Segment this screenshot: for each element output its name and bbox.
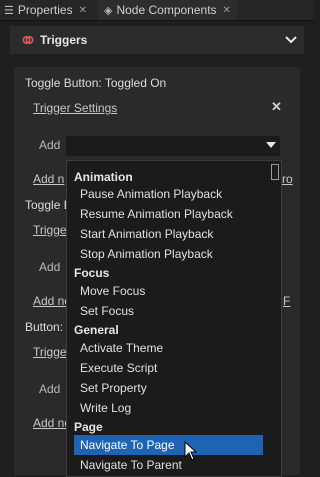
- chevron-down-icon[interactable]: [282, 30, 300, 48]
- section-title: Triggers: [40, 33, 88, 47]
- mouse-cursor-icon: [184, 441, 198, 461]
- tab-bar: ☰ Properties ✕ ◈ Node Components ✕: [0, 0, 314, 21]
- group-general: General: [74, 323, 119, 337]
- remove-icon[interactable]: ✕: [271, 99, 282, 115]
- add-label: Add: [39, 260, 61, 274]
- component-title: Toggle Button: Toggled On: [25, 76, 167, 90]
- menu-item-navigate-to-parent[interactable]: Navigate To Parent: [74, 455, 263, 475]
- triggers-section-header[interactable]: Triggers: [10, 26, 304, 54]
- add-node-link[interactable]: Add n: [33, 172, 64, 186]
- list-icon: ☰: [4, 4, 14, 17]
- action-dropdown-list[interactable]: Animation Pause Animation Playback Resum…: [66, 160, 282, 477]
- menu-item-set-focus[interactable]: Set Focus: [74, 301, 263, 321]
- add-label: Add: [39, 382, 61, 396]
- trigger-settings-link[interactable]: Trigge: [33, 223, 67, 237]
- component-title: Button:: [25, 320, 64, 334]
- tab-node-components[interactable]: ◈ Node Components ✕: [98, 0, 237, 20]
- overflow-fragment: F: [283, 294, 291, 308]
- close-icon[interactable]: ✕: [223, 5, 231, 16]
- group-page: Page: [74, 420, 103, 434]
- menu-item-write-log[interactable]: Write Log: [74, 398, 263, 418]
- trigger-settings-link[interactable]: Trigger Settings: [33, 101, 117, 115]
- scrollbar-thumb[interactable]: [271, 164, 279, 180]
- tab-node-components-label: Node Components: [116, 3, 217, 17]
- menu-item-move-focus[interactable]: Move Focus: [74, 281, 263, 301]
- overflow-fragment: ro: [282, 172, 293, 186]
- menu-item-set-property[interactable]: Set Property: [74, 378, 263, 398]
- menu-item-activate-theme[interactable]: Activate Theme: [74, 338, 263, 358]
- dropdown-arrow-icon: [266, 142, 276, 148]
- component-title: Toggle B: [25, 198, 72, 212]
- group-focus: Focus: [74, 266, 110, 280]
- tab-properties[interactable]: ☰ Properties ✕: [4, 0, 87, 20]
- menu-item-resume-animation-playback[interactable]: Resume Animation Playback: [74, 204, 263, 224]
- trigger-icon: [22, 35, 34, 45]
- group-animation: Animation: [74, 170, 133, 184]
- menu-item-start-animation-playback[interactable]: Start Animation Playback: [74, 224, 263, 244]
- menu-item-execute-script[interactable]: Execute Script: [74, 358, 263, 378]
- components-icon: ◈: [104, 4, 113, 17]
- menu-item-pause-animation-playback[interactable]: Pause Animation Playback: [74, 184, 263, 204]
- menu-item-stop-animation-playback[interactable]: Stop Animation Playback: [74, 244, 263, 264]
- close-icon[interactable]: ✕: [79, 5, 87, 16]
- tab-properties-label: Properties: [17, 3, 73, 17]
- menu-item-navigate-to-page[interactable]: Navigate To Page: [74, 435, 263, 455]
- add-label: Add: [39, 138, 61, 152]
- trigger-settings-link[interactable]: Trigge: [33, 345, 67, 359]
- add-action-dropdown[interactable]: [66, 136, 280, 156]
